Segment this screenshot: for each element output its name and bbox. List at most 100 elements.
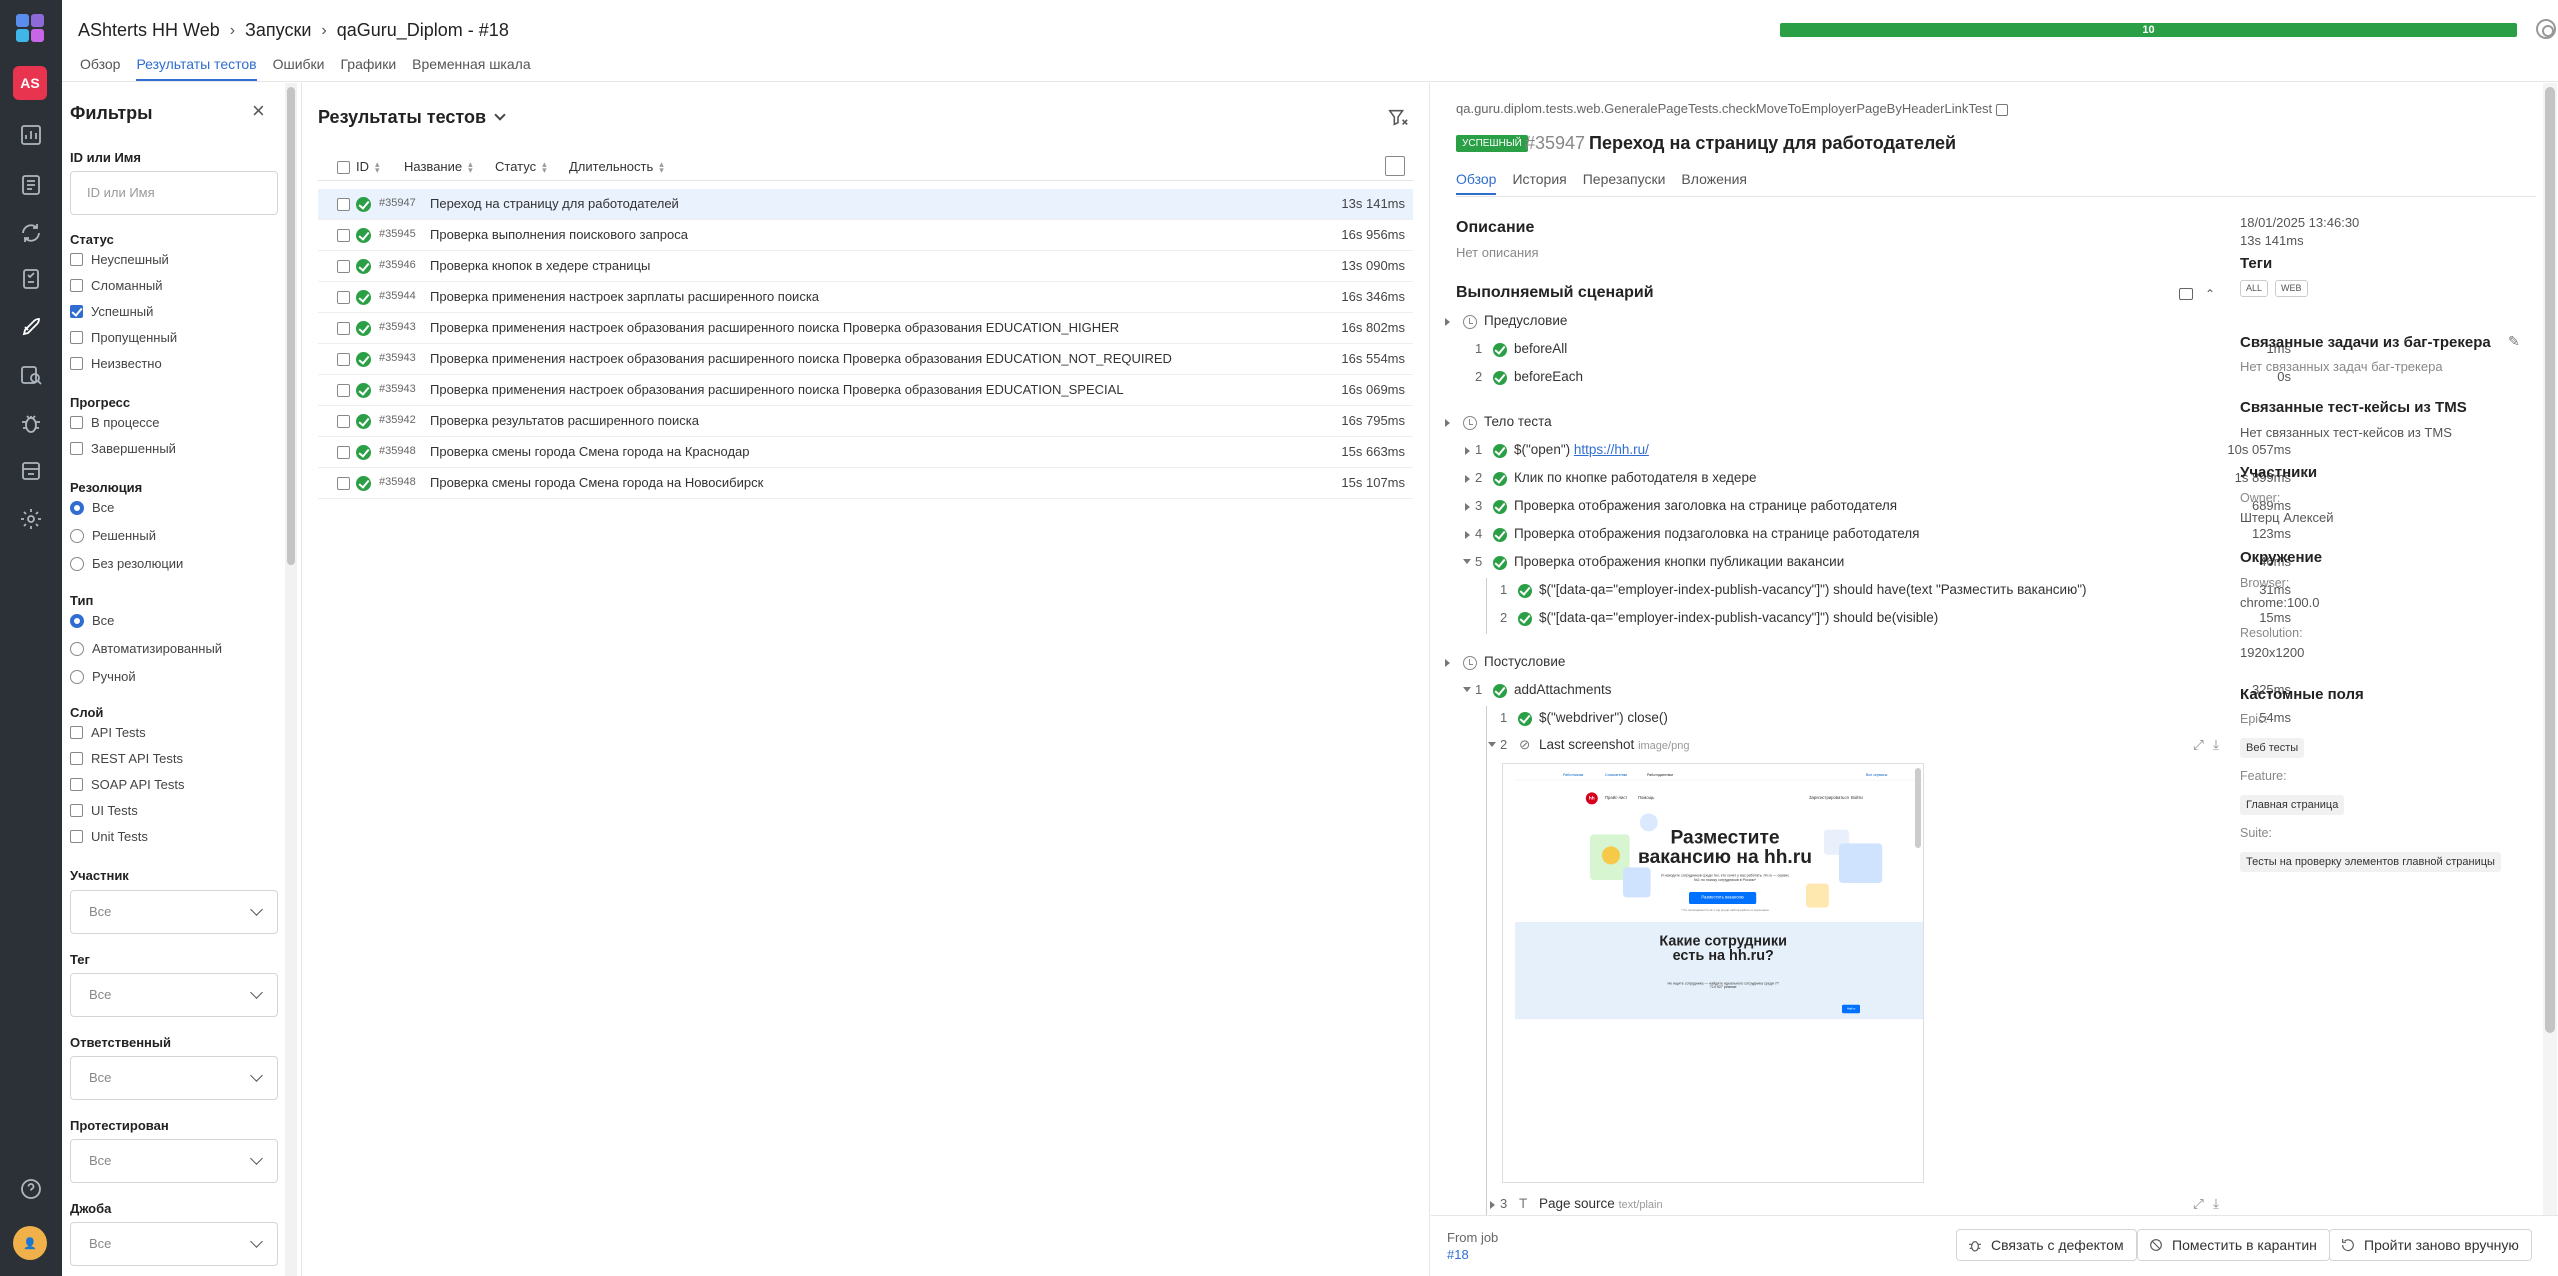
radio[interactable] [70,528,84,543]
column-status[interactable]: Статус ▴ ▾ [495,159,547,174]
id-filter-input[interactable]: ID или Имя [70,171,278,215]
launch-progress-bar[interactable]: 10 [1780,23,2517,37]
search-results-icon[interactable] [14,358,48,392]
user-avatar[interactable]: 👤 [13,1226,47,1260]
table-row[interactable]: #35948 Проверка смены города Смена города… [318,437,1413,468]
tab-attachments[interactable]: Вложения [1681,171,1747,195]
status-option-skipped[interactable]: Пропущенный [70,330,177,345]
precondition-group[interactable]: Предусловие [1441,313,2291,337]
resolution-option-all[interactable]: Все [70,500,114,515]
results-title[interactable]: Результаты тестов [318,107,506,128]
row-checkbox[interactable] [337,260,350,273]
checkbox[interactable] [70,726,83,739]
type-option-automated[interactable]: Автоматизированный [70,641,222,656]
checkbox[interactable] [70,331,83,344]
row-checkbox[interactable] [337,477,350,490]
tab-overview[interactable]: Обзор [80,56,120,81]
collapse-icon[interactable]: ⌃ [2205,287,2215,301]
step-row[interactable]: 1 $("webdriver") close() 54ms [1441,710,2291,734]
row-checkbox[interactable] [337,291,350,304]
status-option-failed[interactable]: Неуспешный [70,252,169,267]
table-row[interactable]: #35947 Переход на страницу для работодате… [318,189,1413,220]
tab-overview[interactable]: Обзор [1456,171,1497,195]
radio-selected[interactable] [70,500,84,515]
step-row[interactable]: 3 Проверка отображения заголовка на стра… [1441,498,2291,522]
expand-arrow-icon[interactable] [1465,447,1470,455]
checkbox[interactable] [70,357,83,370]
table-row[interactable]: #35943 Проверка применения настроек образ… [318,313,1413,344]
checkbox-checked[interactable] [70,305,83,318]
project-avatar[interactable]: AS [13,66,47,100]
step-row[interactable]: 1 beforeAll 1ms [1441,341,2291,365]
tab-retries[interactable]: Перезапуски [1583,171,1666,195]
layer-option-soap[interactable]: SOAP API Tests [70,777,184,792]
checkbox[interactable] [70,752,83,765]
storage-icon[interactable] [14,454,48,488]
fullscreen-icon[interactable]: ⤢ [2193,737,2204,753]
from-job-link[interactable]: #18 [1447,1247,1469,1262]
table-row[interactable]: #35944 Проверка применения настроек зарпл… [318,282,1413,313]
table-row[interactable]: #35943 Проверка применения настроек образ… [318,375,1413,406]
expand-arrow-icon[interactable] [1465,475,1470,483]
select-all-checkbox[interactable] [337,161,350,174]
member-filter-select[interactable]: Все [70,890,278,934]
table-row[interactable]: #35942 Проверка результатов расширенного … [318,406,1413,437]
row-checkbox[interactable] [337,384,350,397]
screenshot-scrollbar[interactable] [1915,768,1921,848]
screenshot-attachment[interactable]: Работникам Соискателям Работодателям Все… [1502,763,1924,1183]
type-option-all[interactable]: Все [70,613,114,628]
step-row[interactable]: 2 beforeEach 0s [1441,369,2291,393]
quarantine-button[interactable]: Поместить в карантин [2137,1229,2330,1261]
job-filter-select[interactable]: Все [70,1222,278,1266]
rerun-manually-button[interactable]: Пройти заново вручную [2329,1229,2532,1261]
layer-option-rest[interactable]: REST API Tests [70,751,183,766]
step-row[interactable]: 5 Проверка отображения кнопки публикации… [1441,554,2291,578]
resolution-option-resolved[interactable]: Решенный [70,528,156,543]
filters-scrollbar-thumb[interactable] [287,87,295,565]
resolution-option-none[interactable]: Без резолюции [70,556,183,571]
postcondition-group[interactable]: Постусловие [1441,654,2291,678]
help-icon[interactable] [14,1172,48,1206]
expand-arrow-icon[interactable] [1445,419,1450,427]
filter-clear-icon[interactable] [1387,107,1409,129]
column-name[interactable]: Название ▴ ▾ [404,159,473,174]
step-row[interactable]: 1 $("[data-qa="employer-index-publish-va… [1441,582,2291,606]
step-link[interactable]: https://hh.ru/ [1574,442,1649,457]
row-checkbox[interactable] [337,353,350,366]
checkbox[interactable] [70,416,83,429]
checkbox[interactable] [70,253,83,266]
expand-arrow-icon[interactable] [1490,1201,1495,1209]
breadcrumb-launches[interactable]: Запуски [245,20,311,41]
radio[interactable] [70,641,84,656]
breadcrumb-project[interactable]: AShterts HH Web [78,20,220,41]
type-option-manual[interactable]: Ручной [70,669,136,684]
progress-option-done[interactable]: Завершенный [70,441,176,456]
tab-errors[interactable]: Ошибки [273,56,325,81]
tab-history[interactable]: История [1512,171,1566,195]
column-duration[interactable]: Длительность ▴ ▾ [569,159,664,174]
testcases-icon[interactable] [14,168,48,202]
target-icon[interactable] [2536,19,2556,39]
status-option-unknown[interactable]: Неизвестно [70,356,162,371]
fullscreen-icon[interactable]: ⤢ [2193,1196,2204,1212]
collapse-arrow-icon[interactable] [1488,742,1496,747]
row-checkbox[interactable] [337,446,350,459]
tab-test-results[interactable]: Результаты тестов [136,56,257,81]
close-icon[interactable]: × [252,98,265,124]
tested-filter-select[interactable]: Все [70,1139,278,1183]
radio[interactable] [70,556,84,571]
expand-all-icon[interactable] [2179,288,2193,300]
row-checkbox[interactable] [337,322,350,335]
progress-option-in-progress[interactable]: В процессе [70,415,160,430]
step-row[interactable]: 1 $("open") https://hh.ru/ 10s 057ms [1441,442,2291,466]
row-checkbox[interactable] [337,229,350,242]
radio[interactable] [70,669,84,684]
table-row[interactable]: #35945 Проверка выполнения поискового зап… [318,220,1413,251]
row-checkbox[interactable] [337,415,350,428]
radio-selected[interactable] [70,613,84,628]
collapse-arrow-icon[interactable] [1463,559,1471,564]
layer-option-api[interactable]: API Tests [70,725,146,740]
expand-arrow-icon[interactable] [1445,318,1450,326]
collapse-arrow-icon[interactable] [1463,687,1471,692]
checkbox[interactable] [70,279,83,292]
